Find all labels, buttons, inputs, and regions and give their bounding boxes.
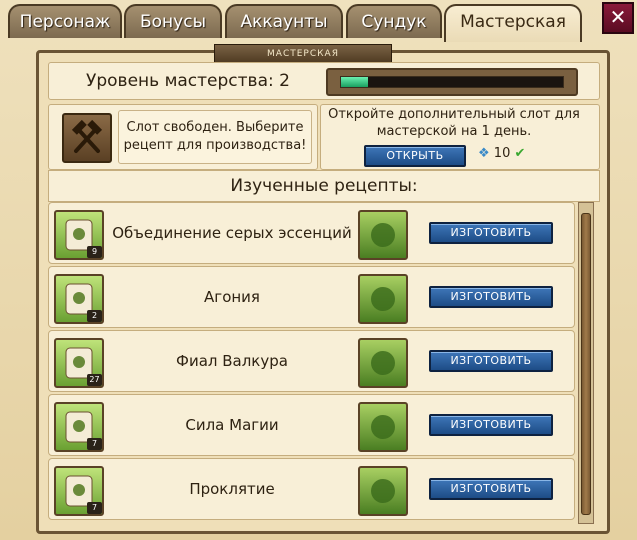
recipe-row: 27 Фиал Валкура ИЗГОТОВИТЬ: [48, 330, 575, 392]
open-slot-text: Откройте дополнительный слот для мастерс…: [328, 107, 580, 139]
recipe-name: Проклятие: [189, 480, 275, 498]
blue-potion-icon[interactable]: [358, 402, 408, 452]
open-button[interactable]: ОТКРЫТЬ: [364, 145, 466, 167]
horn-icon[interactable]: [358, 274, 408, 324]
craft-button[interactable]: ИЗГОТОВИТЬ: [429, 222, 553, 244]
craft-button[interactable]: ИЗГОТОВИТЬ: [429, 414, 553, 436]
purple-dagger-icon[interactable]: [358, 466, 408, 516]
recipe-quantity: 2: [87, 310, 102, 322]
panel-title: МАСТЕРСКАЯ: [214, 44, 392, 64]
craft-button[interactable]: ИЗГОТОВИТЬ: [429, 286, 553, 308]
recipe-name: Агония: [204, 288, 260, 306]
recipe-quantity: 7: [87, 438, 102, 450]
scroll-icon[interactable]: 27: [54, 338, 104, 388]
recipe-list: 9 Объединение серых эссенций ИЗГОТОВИТЬ 2 Аг…: [48, 202, 576, 522]
recipe-name: Фиал Валкура: [176, 352, 288, 370]
checkmark-icon: ✔: [514, 146, 526, 161]
flask-icon[interactable]: [358, 338, 408, 388]
tab-character[interactable]: Персонаж: [8, 4, 122, 38]
scroll-icon[interactable]: 2: [54, 274, 104, 324]
recipe-name: Объединение серых эссенций: [112, 224, 352, 242]
recipe-row: 7 Проклятие ИЗГОТОВИТЬ: [48, 458, 575, 520]
recipe-name: Сила Магии: [185, 416, 279, 434]
recipe-row: 2 Агония ИЗГОТОВИТЬ: [48, 266, 575, 328]
recipes-header: Изученные рецепты:: [48, 170, 600, 202]
mastery-level: Уровень мастерства: 2: [86, 71, 290, 91]
price: ❖ 10 ✔: [478, 146, 525, 164]
mastery-progress: [326, 68, 578, 96]
progress-fill: [341, 77, 368, 87]
slot-status-text: Слот свободен. Выберите рецепт для произ…: [118, 110, 312, 164]
hammer-icon: [62, 113, 112, 163]
tab-accounts[interactable]: Аккаунты: [225, 4, 343, 38]
progress-track: [340, 76, 564, 88]
gem-icon: ❖: [478, 146, 490, 161]
scroll-icon[interactable]: 9: [54, 210, 104, 260]
scroll-icon[interactable]: 7: [54, 466, 104, 516]
price-value: 10: [493, 146, 511, 161]
scroll-icon[interactable]: 7: [54, 402, 104, 452]
tab-workshop[interactable]: Мастерская: [444, 4, 582, 42]
close-icon[interactable]: ✕: [602, 2, 634, 34]
gray-essence-icon[interactable]: [358, 210, 408, 260]
scroll-thumb[interactable]: [581, 213, 591, 515]
tab-chest[interactable]: Сундук: [346, 4, 442, 38]
craft-button[interactable]: ИЗГОТОВИТЬ: [429, 478, 553, 500]
tab-bar: Персонаж Бонусы Аккаунты Сундук Мастерск…: [0, 0, 637, 42]
tab-bonuses[interactable]: Бонусы: [124, 4, 222, 38]
recipe-row: 9 Объединение серых эссенций ИЗГОТОВИТЬ: [48, 202, 575, 264]
recipe-quantity: 27: [87, 374, 102, 386]
recipe-quantity: 9: [87, 246, 102, 258]
craft-button[interactable]: ИЗГОТОВИТЬ: [429, 350, 553, 372]
scrollbar[interactable]: [578, 202, 594, 524]
recipe-row: 7 Сила Магии ИЗГОТОВИТЬ: [48, 394, 575, 456]
recipe-quantity: 7: [87, 502, 102, 514]
